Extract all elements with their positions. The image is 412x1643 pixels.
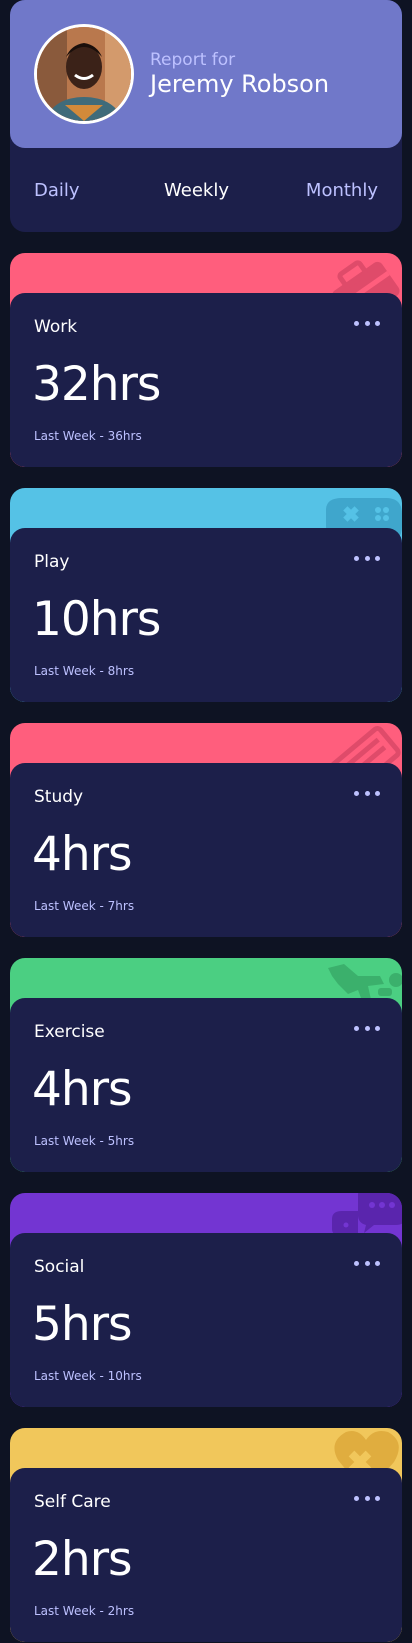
tab-daily[interactable]: Daily [34, 180, 80, 201]
profile-header: Report for Jeremy Robson [10, 0, 402, 148]
previous-hours: Last Week - 5hrs [34, 1134, 135, 1148]
card-content: Study 4hrs Last Week - 7hrs [10, 763, 402, 937]
card-content: Self Care 2hrs Last Week - 2hrs [10, 1468, 402, 1642]
card-title: Work [34, 317, 78, 337]
card-title: Exercise [34, 1022, 105, 1042]
more-options-icon[interactable] [354, 1488, 380, 1508]
more-options-icon[interactable] [354, 1018, 380, 1038]
previous-hours: Last Week - 10hrs [34, 1369, 142, 1383]
more-options-icon[interactable] [354, 313, 380, 333]
more-options-icon[interactable] [354, 783, 380, 803]
card-title: Self Care [34, 1492, 111, 1512]
current-hours: 5hrs [32, 1297, 133, 1352]
avatar [34, 24, 134, 124]
activity-card-play: Play 10hrs Last Week - 8hrs [10, 488, 402, 702]
card-content: Social 5hrs Last Week - 10hrs [10, 1233, 402, 1407]
current-hours: 10hrs [32, 592, 161, 647]
previous-hours: Last Week - 8hrs [34, 664, 135, 678]
card-title: Study [34, 787, 84, 807]
report-for-label: Report for [150, 50, 236, 70]
current-hours: 32hrs [32, 357, 161, 412]
activity-card-exercise: Exercise 4hrs Last Week - 5hrs [10, 958, 402, 1172]
tab-weekly[interactable]: Weekly [164, 180, 229, 201]
current-hours: 4hrs [32, 1062, 133, 1117]
card-title: Play [34, 552, 70, 572]
more-options-icon[interactable] [354, 548, 380, 568]
profile-card: Report for Jeremy Robson Daily Weekly Mo… [10, 0, 402, 232]
card-content: Exercise 4hrs Last Week - 5hrs [10, 998, 402, 1172]
previous-hours: Last Week - 7hrs [34, 899, 135, 913]
user-name: Jeremy Robson [150, 70, 330, 98]
previous-hours: Last Week - 2hrs [34, 1604, 135, 1618]
more-options-icon[interactable] [354, 1253, 380, 1273]
activity-card-social: Social 5hrs Last Week - 10hrs [10, 1193, 402, 1407]
card-title: Social [34, 1257, 85, 1277]
current-hours: 4hrs [32, 827, 133, 882]
tab-monthly[interactable]: Monthly [306, 180, 378, 201]
card-content: Work 32hrs Last Week - 36hrs [10, 293, 402, 467]
previous-hours: Last Week - 36hrs [34, 429, 142, 443]
activity-card-study: Study 4hrs Last Week - 7hrs [10, 723, 402, 937]
activity-card-work: Work 32hrs Last Week - 36hrs [10, 253, 402, 467]
current-hours: 2hrs [32, 1532, 133, 1587]
activity-card-self-care: Self Care 2hrs Last Week - 2hrs [10, 1428, 402, 1642]
card-content: Play 10hrs Last Week - 8hrs [10, 528, 402, 702]
